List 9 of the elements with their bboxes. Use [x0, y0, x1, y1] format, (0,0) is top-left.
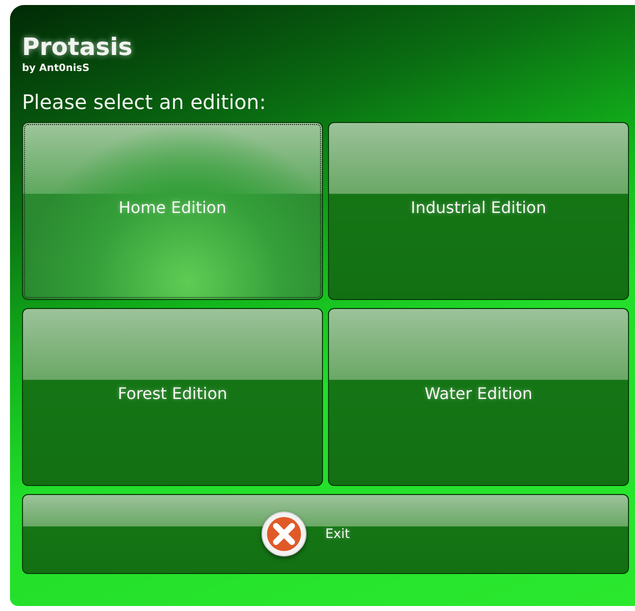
edition-button[interactable]: Industrial Edition — [328, 122, 629, 300]
edition-button[interactable]: Forest Edition — [22, 308, 323, 486]
prompt-text: Please select an edition: — [22, 90, 266, 114]
author-credit: by Ant0nisS — [22, 63, 90, 74]
exit-button[interactable]: Exit — [22, 494, 629, 574]
app-title: Protasis — [22, 33, 132, 61]
edition-button[interactable]: Water Edition — [328, 308, 629, 486]
close-icon — [261, 511, 308, 557]
edition-button[interactable]: Home Edition — [22, 122, 323, 300]
